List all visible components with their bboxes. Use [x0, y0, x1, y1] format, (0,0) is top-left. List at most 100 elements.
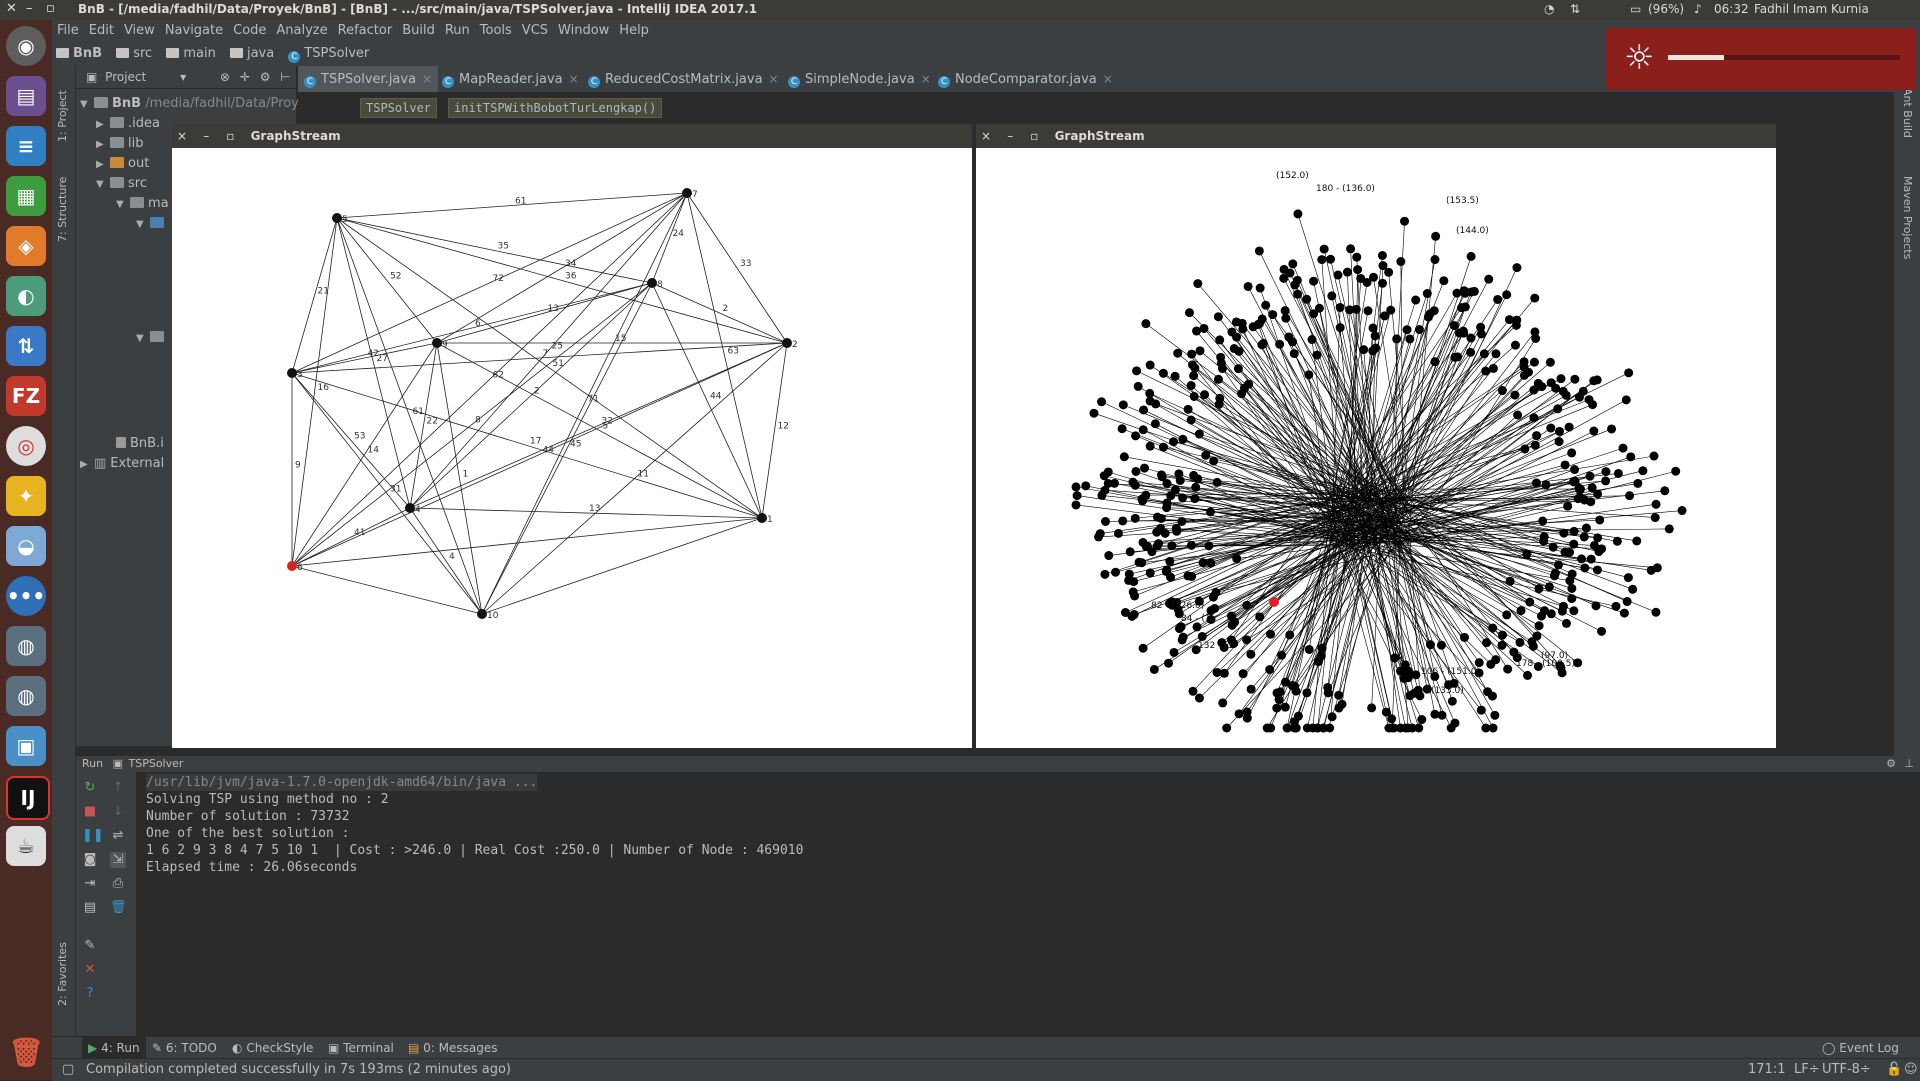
- graph-canvas-left[interactable]: 6133722434256263713621355227165161721532…: [172, 148, 972, 748]
- minimize-icon[interactable]: –: [196, 124, 216, 148]
- menu-edit[interactable]: Edit: [84, 20, 119, 42]
- graph-node[interactable]: [287, 368, 297, 378]
- console-output[interactable]: /usr/lib/jvm/java-1.7.0-openjdk-amd64/bi…: [146, 774, 803, 876]
- tree-item-bnb-iml[interactable]: BnB.i: [116, 434, 164, 454]
- graph-node[interactable]: [782, 338, 792, 348]
- network-icon[interactable]: ⇅: [1570, 2, 1580, 16]
- minimize-icon[interactable]: –: [1000, 124, 1020, 148]
- exit-icon[interactable]: ⇥: [82, 876, 98, 892]
- crumb-java[interactable]: java: [226, 42, 280, 66]
- gear-icon[interactable]: ⚙: [260, 70, 271, 84]
- intellij-icon[interactable]: IJ: [6, 776, 50, 820]
- graph-node[interactable]: [682, 188, 692, 198]
- more-apps-icon[interactable]: •••: [6, 576, 46, 616]
- tree-item-main[interactable]: ▼ma: [116, 194, 169, 214]
- graph-canvas-right[interactable]: (152.0)180 - (136.0)(153.5)(144.0)82 - (…: [976, 148, 1776, 748]
- down-arrow-icon[interactable]: ↓: [110, 804, 126, 820]
- graph-node[interactable]: [757, 513, 767, 523]
- close-icon[interactable]: ×: [921, 72, 931, 86]
- volume-icon[interactable]: ♪: [1694, 2, 1702, 16]
- scroll-to-end-icon[interactable]: ⇲: [110, 852, 126, 868]
- root-node[interactable]: [1269, 597, 1279, 607]
- menu-build[interactable]: Build: [397, 20, 440, 42]
- menu-view[interactable]: View: [119, 20, 160, 42]
- wifi-icon[interactable]: ◔: [1544, 2, 1554, 16]
- caret-position[interactable]: 171:1: [1748, 1059, 1785, 1081]
- maximize-window-icon[interactable]: ▫: [46, 1, 55, 16]
- close-icon[interactable]: ×: [769, 72, 779, 86]
- tree-item-src[interactable]: ▼src: [96, 174, 147, 194]
- tool-tab-todo[interactable]: ✎ 6: TODO: [152, 1037, 217, 1059]
- line-separator[interactable]: LF÷: [1794, 1059, 1820, 1081]
- menu-code[interactable]: Code: [228, 20, 271, 42]
- menu-help[interactable]: Help: [614, 20, 654, 42]
- tab-nodecomparator[interactable]: CNodeComparator.java×: [938, 66, 1113, 92]
- maximize-icon[interactable]: ▫: [220, 124, 240, 148]
- lock-icon[interactable]: 🔓: [1886, 1059, 1902, 1081]
- hide-panel-icon[interactable]: ⊥: [1904, 756, 1914, 772]
- close-icon[interactable]: ×: [1103, 72, 1113, 86]
- close-icon[interactable]: ×: [422, 72, 432, 86]
- tree-item-external[interactable]: ▶▥External: [80, 454, 164, 474]
- chrome-icon[interactable]: ◎: [6, 426, 46, 466]
- photos-icon[interactable]: ◒: [6, 526, 46, 566]
- sync-icon[interactable]: ⊗: [220, 70, 230, 84]
- battery-percent[interactable]: (96%): [1648, 2, 1684, 16]
- rerun-icon[interactable]: ↻: [82, 780, 98, 796]
- tree-root[interactable]: ▼BnB /media/fadhil/Data/Proy: [80, 94, 299, 114]
- project-view-selector[interactable]: Project: [105, 70, 146, 84]
- project-tool-button[interactable]: 1: Project: [56, 90, 69, 142]
- user-name[interactable]: Fadhil Imam Kurnia: [1754, 2, 1869, 16]
- clock[interactable]: 06:32: [1714, 2, 1749, 16]
- event-log-button[interactable]: ◯ Event Log: [1822, 1037, 1899, 1059]
- close-icon[interactable]: ×: [569, 72, 579, 86]
- menu-vcs[interactable]: VCS: [517, 20, 553, 42]
- ubuntu-dash-icon[interactable]: ◉: [6, 26, 46, 66]
- stop-icon[interactable]: ■: [82, 804, 98, 820]
- pin-icon[interactable]: ✎: [82, 938, 98, 954]
- tab-tspsolver[interactable]: CTSPSolver.java×: [298, 66, 438, 92]
- graph-node[interactable]: [405, 503, 415, 513]
- soft-wrap-icon[interactable]: ⇌: [110, 828, 126, 844]
- tree-item-lib[interactable]: ▶lib: [96, 134, 143, 154]
- print-icon[interactable]: ⎙: [110, 876, 126, 892]
- graph-node[interactable]: [432, 338, 442, 348]
- file-encoding[interactable]: UTF-8÷: [1822, 1059, 1871, 1081]
- notes-icon[interactable]: ▣: [6, 726, 46, 766]
- menu-run[interactable]: Run: [440, 20, 475, 42]
- tab-reducedcostmatrix[interactable]: CReducedCostMatrix.java×: [588, 66, 779, 92]
- menu-file[interactable]: File: [52, 20, 84, 42]
- inspector-icon[interactable]: ☺: [1904, 1059, 1918, 1081]
- settings-toggle-icon[interactable]: ◐: [6, 276, 46, 316]
- clear-icon[interactable]: 🗑: [110, 900, 126, 916]
- chevron-down-icon[interactable]: ▾: [180, 70, 186, 84]
- menu-navigate[interactable]: Navigate: [160, 20, 228, 42]
- system-monitor-2-icon[interactable]: ◍: [6, 676, 46, 716]
- help-icon[interactable]: ?: [82, 986, 98, 1002]
- crumb-main[interactable]: main: [162, 42, 221, 66]
- filezilla-icon[interactable]: FZ: [6, 376, 46, 416]
- menu-refactor[interactable]: Refactor: [333, 20, 398, 42]
- ant-build-tool-button[interactable]: Ant Build: [1901, 88, 1914, 138]
- tree-item-java[interactable]: ▼: [136, 214, 168, 234]
- tree-item-resources[interactable]: ▼: [136, 328, 168, 348]
- close-icon[interactable]: ✕: [82, 962, 98, 978]
- menu-analyze[interactable]: Analyze: [271, 20, 332, 42]
- maximize-icon[interactable]: ▫: [1024, 124, 1044, 148]
- tool-tab-messages[interactable]: ▤ 0: Messages: [408, 1037, 498, 1059]
- favorites-tool-button[interactable]: 2: Favorites: [56, 942, 69, 1006]
- menu-tools[interactable]: Tools: [475, 20, 517, 42]
- tree-item-out[interactable]: ▶out: [96, 154, 149, 174]
- run-config-name[interactable]: TSPSolver: [129, 757, 184, 770]
- graph-node[interactable]: [647, 278, 657, 288]
- console-line[interactable]: /usr/lib/jvm/java-1.7.0-openjdk-amd64/bi…: [146, 774, 537, 791]
- collapse-icon[interactable]: ✛: [240, 70, 250, 84]
- menu-window[interactable]: Window: [553, 20, 614, 42]
- tree-item-idea[interactable]: ▶.idea: [96, 114, 160, 134]
- camera-icon[interactable]: ◙: [82, 852, 98, 868]
- tab-mapreader[interactable]: CMapReader.java×: [442, 66, 579, 92]
- writer-icon[interactable]: ≡: [6, 126, 46, 166]
- trash-icon[interactable]: 🗑: [6, 1032, 46, 1072]
- battery-icon[interactable]: ▭: [1630, 2, 1641, 16]
- crumb-src[interactable]: src: [112, 42, 158, 66]
